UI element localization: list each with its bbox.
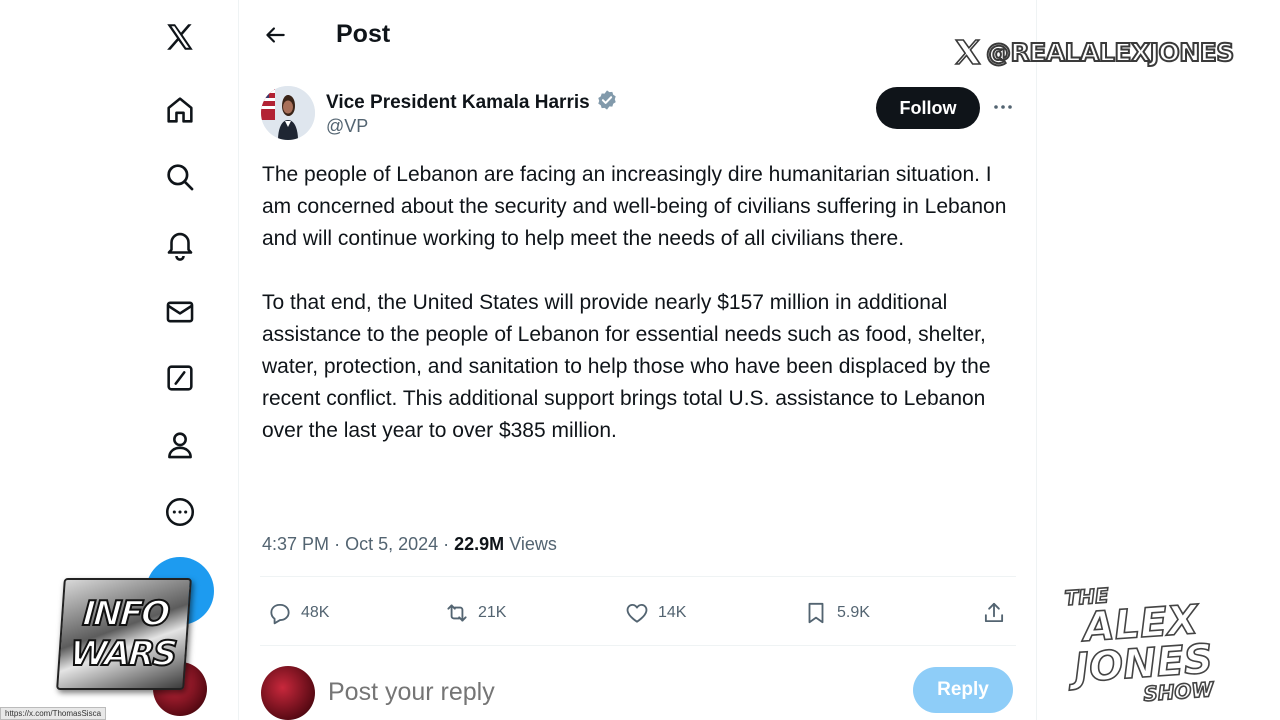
infowars-logo: INFO WARS [56, 578, 192, 690]
post-paragraph: The people of Lebanon are facing an incr… [262, 163, 1007, 250]
post-meta: 4:37 PM · Oct 5, 2024 · 22.9M Views [262, 534, 557, 555]
divider [260, 576, 1016, 577]
repost-icon [447, 604, 467, 622]
reply-button[interactable]: Reply [913, 667, 1013, 713]
share-icon [984, 602, 1004, 623]
bookmark-action[interactable]: 5.9K [803, 598, 870, 628]
status-url: https://x.com/ThomasSisca [0, 707, 107, 720]
main-column-divider [1036, 0, 1037, 720]
post-paragraph: To that end, the United States will prov… [262, 291, 991, 442]
heart-icon [626, 603, 648, 623]
post-time[interactable]: 4:37 PM [262, 534, 329, 554]
bookmark-count: 5.9K [837, 604, 870, 621]
follow-button[interactable]: Follow [876, 87, 980, 129]
search-icon[interactable] [160, 157, 200, 197]
logo-line: INFO [80, 593, 170, 635]
like-action[interactable]: 14K [624, 598, 686, 628]
reply-count: 48K [301, 604, 330, 621]
page-title: Post [336, 20, 391, 48]
repost-action[interactable]: 21K [444, 598, 506, 628]
x-logo-icon[interactable] [160, 17, 200, 57]
repost-count: 21K [478, 604, 507, 621]
profile-icon[interactable] [160, 425, 200, 465]
reply-avatar [261, 666, 315, 720]
like-count: 14K [658, 604, 687, 621]
back-arrow-icon[interactable] [258, 18, 292, 52]
author-name-text: Vice President Kamala Harris [326, 92, 590, 113]
watermark-handle: @REALALEXJONES [952, 36, 1235, 68]
meta-separator: · [443, 534, 455, 554]
notifications-icon[interactable] [160, 224, 200, 264]
more-icon[interactable] [160, 492, 200, 532]
author-name[interactable]: Vice President Kamala Harris [326, 89, 618, 117]
meta-separator: · [334, 534, 346, 554]
share-action[interactable] [981, 598, 1007, 628]
views-label: Views [509, 534, 557, 554]
more-options-icon[interactable] [988, 92, 1018, 122]
views-count: 22.9M [454, 534, 505, 554]
reply-action[interactable]: 48K [267, 598, 329, 628]
grok-icon[interactable] [160, 358, 200, 398]
verified-badge-icon [596, 89, 618, 117]
logo-line: WARS [68, 633, 178, 675]
author-avatar[interactable] [261, 86, 315, 140]
reply-input[interactable] [328, 673, 888, 711]
post-date[interactable]: Oct 5, 2024 [345, 534, 438, 554]
messages-icon[interactable] [160, 292, 200, 332]
watermark-text: @REALALEXJONES [985, 37, 1235, 68]
x-logo-icon [954, 39, 982, 65]
reply-icon [270, 603, 290, 625]
bookmark-icon [808, 602, 824, 624]
sidebar-divider [238, 0, 239, 720]
home-icon[interactable] [160, 90, 200, 130]
alex-jones-show-logo: THE ALEX JONES SHOW [1058, 577, 1226, 710]
author-handle[interactable]: @VP [326, 116, 368, 137]
divider [260, 645, 1016, 646]
post-text: The people of Lebanon are facing an incr… [262, 159, 1022, 447]
